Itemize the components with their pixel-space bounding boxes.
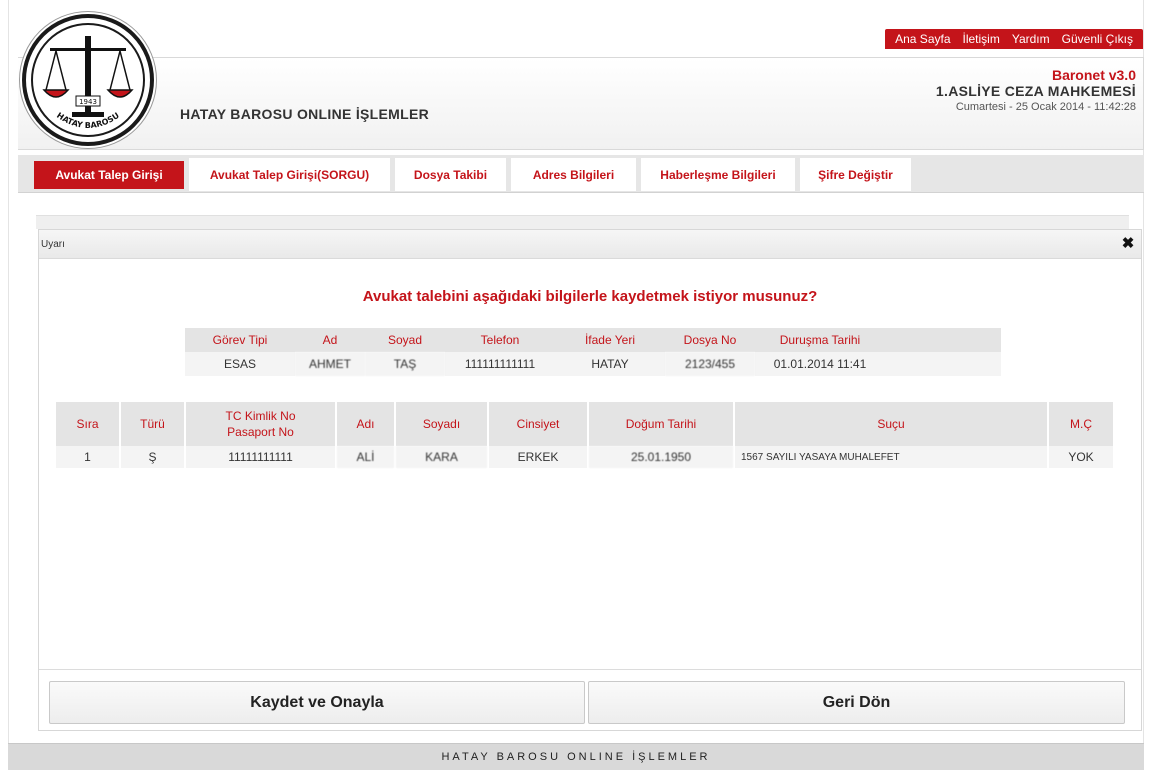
home-link[interactable]: Ana Sayfa — [889, 32, 956, 46]
logout-link[interactable]: Güvenli Çıkış — [1056, 32, 1139, 46]
column-header: Sıra — [56, 402, 121, 446]
contact-link[interactable]: İletişim — [957, 32, 1006, 46]
tab-avukat-talep-girisi-sorgu[interactable]: Avukat Talep Girişi(SORGU) — [189, 158, 390, 191]
confirm-dialog: Uyarı ✖ Avukat talebini aşağıdaki bilgil… — [38, 229, 1142, 731]
table-cell: 111111111111 — [445, 352, 555, 376]
table-cell: KARA — [395, 446, 489, 468]
dialog-header: Uyarı ✖ — [39, 230, 1141, 259]
table-cell: 11111111111 — [185, 446, 337, 468]
column-header: Suçu — [734, 402, 1049, 446]
save-and-approve-button[interactable]: Kaydet ve Onayla — [49, 681, 585, 724]
table-cell: HATAY — [555, 352, 665, 376]
table-cell: 01.01.2014 11:41 — [755, 352, 885, 376]
close-icon[interactable]: ✖ — [1121, 236, 1135, 251]
background-panel-strip — [36, 215, 1129, 229]
column-header: Duruşma Tarihi — [755, 328, 885, 352]
column-header: M.Ç — [1048, 402, 1113, 446]
column-header: Soyadı — [395, 402, 489, 446]
table-cell: AHMET — [295, 352, 365, 376]
table-row: ESAS AHMET TAŞ 111111111111 HATAY 2123/4… — [185, 352, 1001, 376]
table-cell: Ş — [120, 446, 186, 468]
table-cell: 1567 SAYILI YASAYA MUHALEFET — [734, 446, 1049, 468]
column-header-empty — [885, 328, 1001, 352]
confirm-question: Avukat talebini aşağıdaki bilgilerle kay… — [362, 288, 818, 305]
table-cell-empty — [885, 352, 1001, 376]
dialog-title: Uyarı — [41, 239, 65, 250]
table-cell: 1 — [56, 446, 121, 468]
dialog-footer: Kaydet ve Onayla Geri Dön — [39, 669, 1141, 730]
court-name: 1.ASLİYE CEZA MAHKEMESİ — [935, 83, 1136, 99]
tab-avukat-talep-girisi[interactable]: Avukat Talep Girişi — [34, 161, 184, 189]
table-cell: TAŞ — [365, 352, 445, 376]
table-cell: YOK — [1048, 446, 1113, 468]
main-nav: Avukat Talep Girişi Avukat Talep Girişi(… — [18, 155, 1144, 193]
table-cell: ESAS — [185, 352, 295, 376]
tab-dosya-takibi[interactable]: Dosya Takibi — [395, 158, 506, 191]
column-header: Dosya No — [665, 328, 755, 352]
top-links-bar: Ana Sayfa İletişim Yardım Güvenli Çıkış — [885, 29, 1143, 49]
column-header: İfade Yeri — [555, 328, 665, 352]
table-header-row: Sıra Türü TC Kimlik No Pasaport No Adı So… — [56, 402, 1113, 446]
table-row: 1 Ş 11111111111 ALİ KARA ERKEK 25.01.195… — [56, 446, 1113, 468]
column-header: Cinsiyet — [488, 402, 589, 446]
column-header: Soyad — [365, 328, 445, 352]
tab-adres-bilgileri[interactable]: Adres Bilgileri — [511, 158, 636, 191]
brand-block: Baronet v3.0 1.ASLİYE CEZA MAHKEMESİ Cum… — [936, 67, 1136, 113]
column-header: TC Kimlik No Pasaport No — [185, 402, 337, 446]
column-header: Görev Tipi — [185, 328, 295, 352]
column-header: Telefon — [445, 328, 555, 352]
table-cell: 2123/455 — [665, 352, 755, 376]
site-title: HATAY BAROSU ONLINE İŞLEMLER — [180, 106, 430, 122]
tab-sifre-degistir[interactable]: Şifre Değiştir — [800, 158, 911, 191]
pasaport-header: Pasaport No — [227, 425, 294, 439]
column-header: Ad — [295, 328, 365, 352]
datetime-label: Cumartesi - 25 Ocak 2014 - 11:42:28 — [955, 101, 1136, 113]
scales-of-justice-icon: 1943 HATAY BAROSU — [31, 23, 145, 137]
tc-kimlik-header: TC Kimlik No — [225, 409, 296, 423]
tab-haberlesme-bilgileri[interactable]: Haberleşme Bilgileri — [641, 158, 795, 191]
help-link[interactable]: Yardım — [1006, 32, 1056, 46]
column-header: Adı — [336, 402, 396, 446]
column-header: Türü — [120, 402, 186, 446]
back-button[interactable]: Geri Dön — [588, 681, 1125, 724]
table-cell: ERKEK — [488, 446, 589, 468]
column-header: Doğum Tarihi — [588, 402, 735, 446]
table-cell: ALİ — [336, 446, 396, 468]
page-footer: HATAY BAROSU ONLINE İŞLEMLER — [8, 743, 1144, 770]
bar-association-logo: 1943 HATAY BAROSU — [22, 14, 154, 146]
table-cell: 25.01.1950 — [588, 446, 735, 468]
logo-year: 1943 — [79, 98, 97, 106]
table-header-row: Görev Tipi Ad Soyad Telefon İfade Yeri D… — [185, 328, 1001, 352]
person-table: Sıra Türü TC Kimlik No Pasaport No Adı So… — [56, 402, 1113, 468]
request-table: Görev Tipi Ad Soyad Telefon İfade Yeri D… — [185, 328, 1001, 376]
version-label: Baronet v3.0 — [1051, 67, 1136, 83]
